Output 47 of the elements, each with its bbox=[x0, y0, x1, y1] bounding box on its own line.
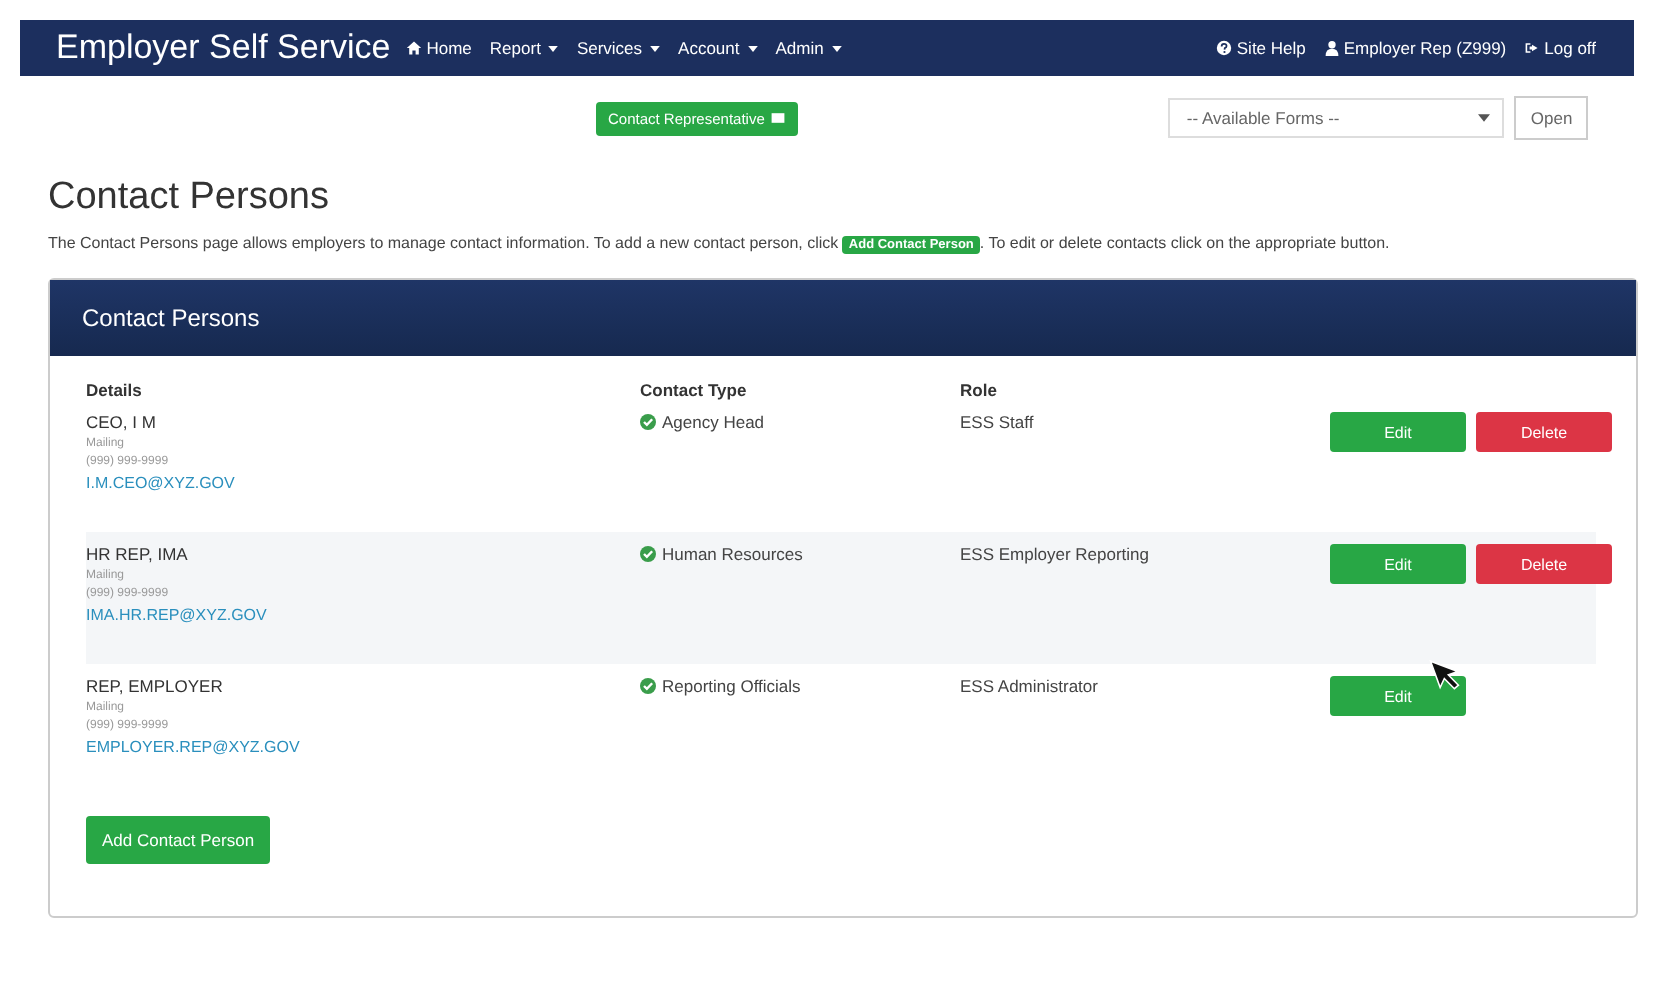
caret-icon bbox=[831, 45, 842, 51]
nav-link[interactable]: Site Help bbox=[1216, 38, 1306, 58]
nav-menu[interactable]: Account bbox=[678, 38, 758, 58]
contact-type: Human Resources bbox=[662, 544, 803, 564]
contact-name: HR REP, IMA bbox=[86, 544, 190, 564]
column-header: Contact Type bbox=[640, 380, 749, 400]
column-header: Details bbox=[86, 380, 144, 400]
delete-button[interactable]: Delete bbox=[1476, 412, 1612, 452]
brand-title[interactable]: Employer Self Service bbox=[56, 28, 391, 68]
check-circle-icon bbox=[640, 678, 656, 694]
square-icon bbox=[770, 110, 787, 126]
contact-type: Agency Head bbox=[662, 412, 765, 432]
user-icon bbox=[1323, 40, 1340, 56]
add-contact-person-button[interactable]: Add Contact Person bbox=[86, 816, 271, 864]
role: ESS Administrator bbox=[960, 676, 1100, 700]
nav-link[interactable]: Log off bbox=[1524, 38, 1596, 58]
contact-type: Reporting Officials bbox=[662, 676, 801, 696]
help-icon bbox=[1216, 40, 1233, 56]
edit-button[interactable]: Edit bbox=[1330, 676, 1466, 716]
nav-menu[interactable]: Admin bbox=[775, 38, 842, 58]
edit-button[interactable]: Edit bbox=[1330, 412, 1466, 452]
check-circle-icon bbox=[640, 414, 656, 430]
logout-icon bbox=[1524, 40, 1541, 56]
forms-select[interactable]: -- Available Forms -- bbox=[1168, 98, 1505, 138]
nav-link[interactable]: Home bbox=[406, 38, 472, 58]
role: ESS Employer Reporting bbox=[960, 544, 1151, 568]
caret-icon bbox=[1478, 114, 1491, 122]
email-link[interactable]: IMA.HR.REP@XYZ.GOV bbox=[86, 606, 640, 624]
email-link[interactable]: I.M.CEO@XYZ.GOV bbox=[86, 474, 640, 492]
edit-button[interactable]: Edit bbox=[1330, 544, 1466, 584]
page-title: Contact Persons bbox=[48, 176, 331, 220]
caret-icon bbox=[747, 45, 758, 51]
open-button[interactable]: Open bbox=[1514, 96, 1589, 140]
email-link[interactable]: EMPLOYER.REP@XYZ.GOV bbox=[86, 738, 640, 756]
nav-menu[interactable]: Report bbox=[489, 38, 559, 58]
contact-name: CEO, I M bbox=[86, 412, 158, 432]
nav-link[interactable]: Employer Rep (Z999) bbox=[1323, 38, 1507, 58]
caret-icon bbox=[650, 45, 661, 51]
delete-button[interactable]: Delete bbox=[1476, 544, 1612, 584]
role: ESS Staff bbox=[960, 412, 1036, 436]
caret-icon bbox=[548, 45, 559, 51]
column-header: Role bbox=[960, 380, 999, 400]
home-icon bbox=[406, 40, 423, 56]
nav-menu[interactable]: Services bbox=[576, 38, 661, 58]
check-circle-icon bbox=[640, 546, 656, 562]
contact-name: REP, EMPLOYER bbox=[86, 676, 225, 696]
panel-title: Contact Persons bbox=[82, 304, 260, 332]
